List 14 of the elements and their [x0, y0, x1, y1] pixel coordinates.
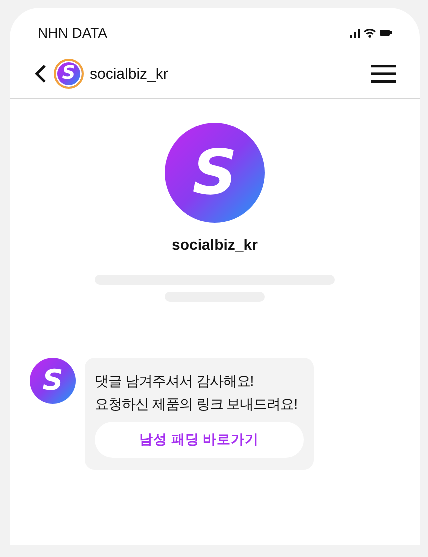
link-button[interactable]: 남성 패딩 바로가기: [95, 422, 304, 458]
message-text: 댓글 남겨주셔서 감사해요!: [95, 372, 254, 391]
carrier-name: NHN DATA: [38, 25, 108, 41]
battery-icon: [380, 30, 392, 36]
account-name: socialbiz_kr: [90, 66, 170, 82]
message-text: 요청하신 제품의 링크 보내드려요!: [95, 395, 298, 414]
wifi-icon: [364, 28, 376, 38]
signal-icon: [350, 28, 360, 38]
profile-name: socialbiz_kr: [172, 237, 258, 254]
logo-letter: S: [42, 366, 64, 396]
back-icon[interactable]: [34, 64, 48, 84]
menu-icon[interactable]: [371, 65, 396, 83]
logo-letter: S: [192, 142, 238, 204]
logo-letter: S: [62, 64, 76, 84]
